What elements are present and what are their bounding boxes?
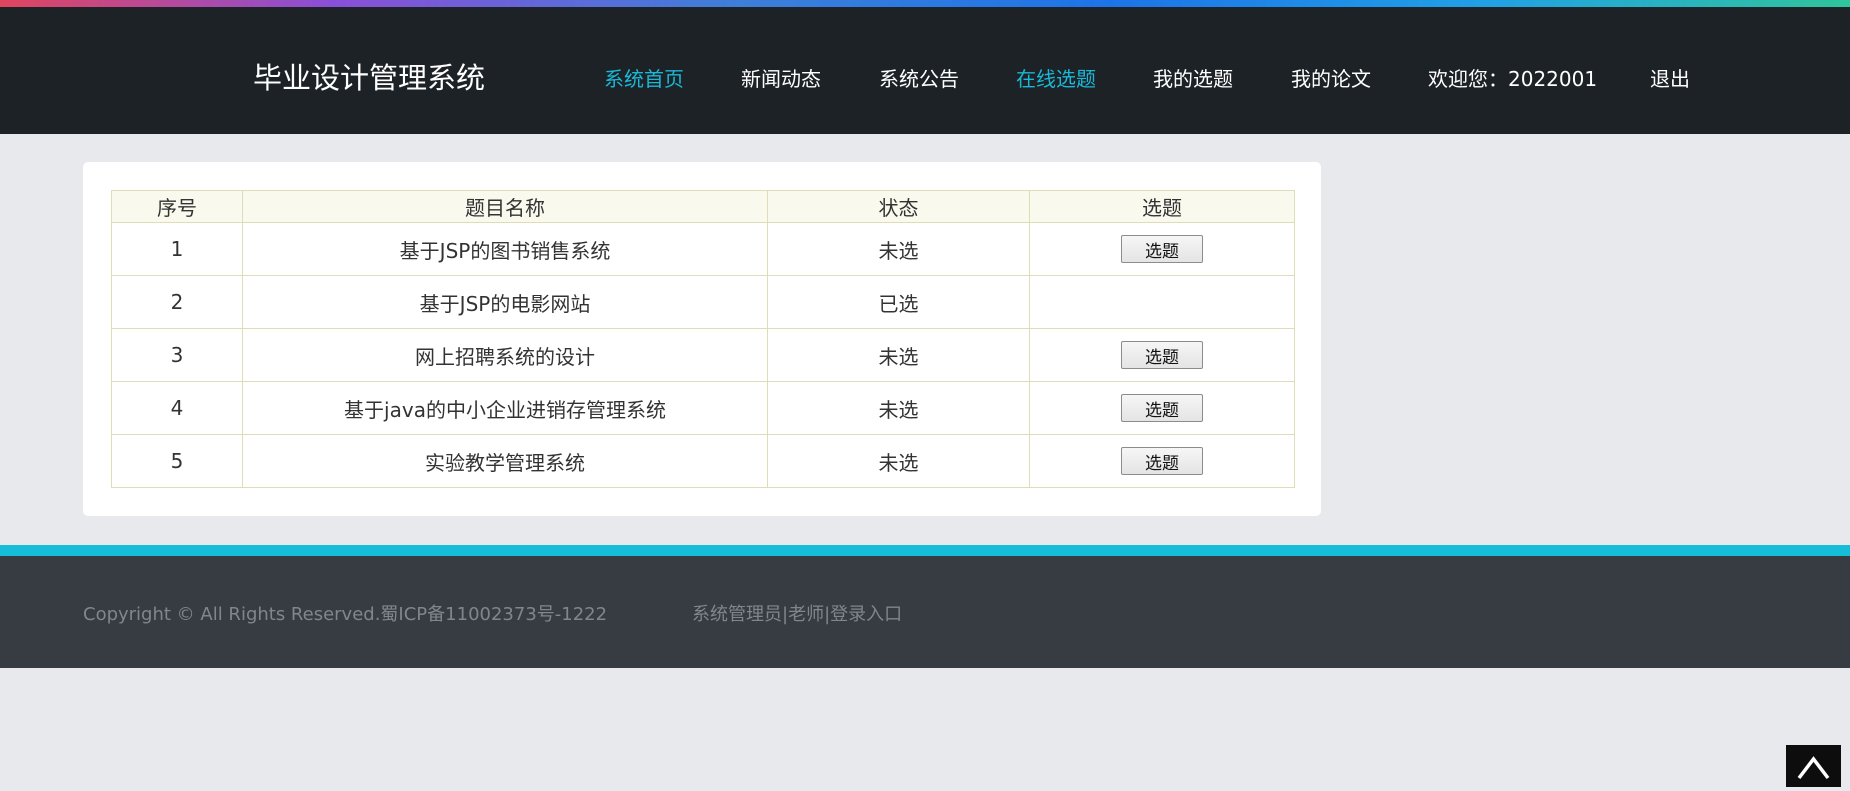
nav-news[interactable]: 新闻动态 <box>741 63 821 92</box>
footer-link-admin[interactable]: 系统管理员 <box>692 604 782 625</box>
topic-title: 实验教学管理系统 <box>242 434 768 488</box>
topic-table: 序号 题目名称 状态 选题 1 基于JSP的图书销售系统 未选 选题 2 基于J… <box>111 190 1295 488</box>
action-cell: 选题 <box>1029 328 1295 382</box>
table-row: 3 网上招聘系统的设计 未选 选题 <box>111 328 1295 382</box>
nav-welcome-user[interactable]: 欢迎您：2022001 <box>1428 63 1597 92</box>
column-header-action: 选题 <box>1029 190 1295 223</box>
footer-link-teacher[interactable]: 老师 <box>788 604 824 625</box>
select-topic-button[interactable]: 选题 <box>1121 341 1203 369</box>
chevron-up-icon <box>1797 756 1830 780</box>
row-number: 4 <box>111 381 243 435</box>
nav-home[interactable]: 系统首页 <box>604 63 684 92</box>
action-cell: 选题 <box>1029 222 1295 276</box>
nav-logout[interactable]: 退出 <box>1650 63 1690 92</box>
topic-status: 未选 <box>767 381 1030 435</box>
select-topic-button[interactable]: 选题 <box>1121 394 1203 422</box>
back-to-top-button[interactable] <box>1786 745 1841 787</box>
column-header-number: 序号 <box>111 190 243 223</box>
column-header-status: 状态 <box>767 190 1030 223</box>
action-cell: 选题 <box>1029 434 1295 488</box>
topic-title: 基于JSP的电影网站 <box>242 275 768 329</box>
topic-title: 基于JSP的图书销售系统 <box>242 222 768 276</box>
nav-my-topics[interactable]: 我的选题 <box>1153 63 1233 92</box>
topic-title: 基于java的中小企业进销存管理系统 <box>242 381 768 435</box>
footer-links: 系统管理员|老师|登录入口 <box>692 600 902 626</box>
topic-list-panel: 序号 题目名称 状态 选题 1 基于JSP的图书销售系统 未选 选题 2 基于J… <box>83 162 1321 516</box>
topic-title: 网上招聘系统的设计 <box>242 328 768 382</box>
select-topic-button[interactable]: 选题 <box>1121 235 1203 263</box>
row-number: 3 <box>111 328 243 382</box>
row-number: 5 <box>111 434 243 488</box>
row-number: 2 <box>111 275 243 329</box>
nav-online-topic-selection[interactable]: 在线选题 <box>1016 63 1096 92</box>
topic-status: 未选 <box>767 434 1030 488</box>
footer-link-login[interactable]: 登录入口 <box>830 604 902 625</box>
action-cell <box>1029 275 1295 329</box>
topic-status: 未选 <box>767 328 1030 382</box>
table-row: 5 实验教学管理系统 未选 选题 <box>111 434 1295 488</box>
copyright-text: Copyright © All Rights Reserved.蜀ICP备110… <box>83 604 608 625</box>
topic-status: 已选 <box>767 275 1030 329</box>
nav-announcements[interactable]: 系统公告 <box>879 63 959 92</box>
column-header-title: 题目名称 <box>242 190 768 223</box>
table-header-row: 序号 题目名称 状态 选题 <box>111 190 1295 223</box>
table-row: 1 基于JSP的图书销售系统 未选 选题 <box>111 222 1295 276</box>
table-row: 2 基于JSP的电影网站 已选 <box>111 275 1295 329</box>
site-footer: Copyright © All Rights Reserved.蜀ICP备110… <box>0 556 1850 668</box>
table-row: 4 基于java的中小企业进销存管理系统 未选 选题 <box>111 381 1295 435</box>
select-topic-button[interactable]: 选题 <box>1121 447 1203 475</box>
row-number: 1 <box>111 222 243 276</box>
topic-status: 未选 <box>767 222 1030 276</box>
site-header: 毕业设计管理系统 系统首页 新闻动态 系统公告 在线选题 我的选题 我的论文 欢… <box>0 7 1850 134</box>
action-cell: 选题 <box>1029 381 1295 435</box>
nav-my-thesis[interactable]: 我的论文 <box>1291 63 1371 92</box>
footer-accent-stripe <box>0 545 1850 556</box>
top-gradient-bar <box>0 0 1850 7</box>
site-title: 毕业设计管理系统 <box>253 61 486 95</box>
